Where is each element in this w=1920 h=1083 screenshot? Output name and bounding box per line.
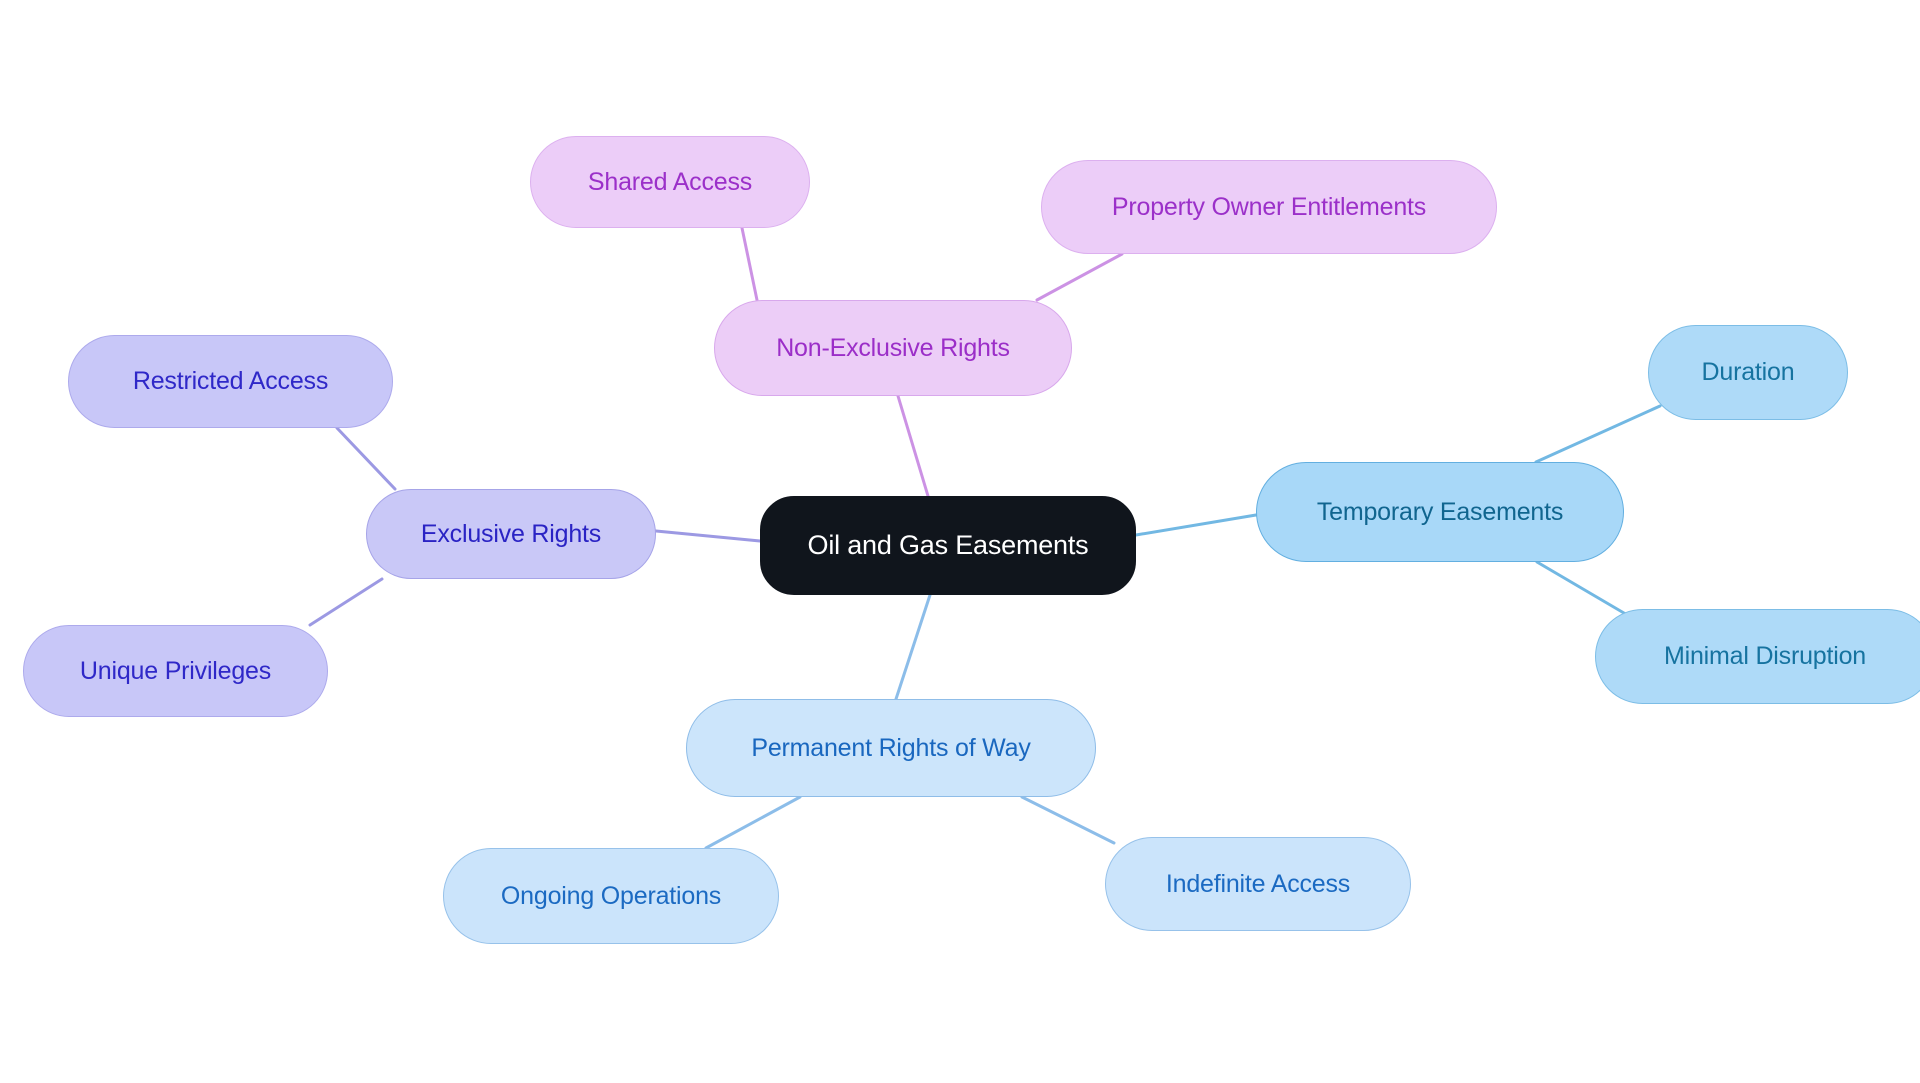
- leaf-node-property-owner-entitlements[interactable]: Property Owner Entitlements: [1041, 160, 1497, 254]
- leaf-node-unique-privileges[interactable]: Unique Privileges: [23, 625, 328, 717]
- leaf-label-minimal-disruption: Minimal Disruption: [1663, 642, 1866, 670]
- mindmap-canvas: Oil and Gas Easements Exclusive Rights R…: [0, 0, 1920, 1083]
- edge-root-to-exclusive-rights: [654, 529, 762, 543]
- edge-non-exclusive-rights-to-property-owner-entitlements: [1035, 252, 1124, 302]
- leaf-label-ongoing-operations: Ongoing Operations: [500, 881, 722, 910]
- leaf-node-shared-access[interactable]: Shared Access: [530, 136, 810, 228]
- leaf-node-duration[interactable]: Duration: [1648, 325, 1848, 420]
- branch-node-temporary-easements[interactable]: Temporary Easements: [1256, 462, 1624, 562]
- edge-permanent-rights-of-way-to-indefinite-access: [1020, 795, 1116, 845]
- edge-temporary-easements-to-duration: [1534, 404, 1662, 464]
- leaf-label-duration: Duration: [1701, 358, 1795, 386]
- leaf-node-ongoing-operations[interactable]: Ongoing Operations: [443, 848, 779, 944]
- edge-exclusive-rights-to-unique-privileges: [308, 577, 384, 627]
- branch-label-temporary-easements: Temporary Easements: [1316, 497, 1564, 526]
- edge-root-to-permanent-rights-of-way: [894, 593, 932, 701]
- edge-permanent-rights-of-way-to-ongoing-operations: [704, 795, 802, 850]
- root-node-label: Oil and Gas Easements: [807, 530, 1089, 560]
- leaf-label-shared-access: Shared Access: [587, 167, 753, 196]
- branch-label-permanent-rights-of-way: Permanent Rights of Way: [751, 733, 1031, 762]
- leaf-label-indefinite-access: Indefinite Access: [1165, 869, 1351, 898]
- edge-root-to-non-exclusive-rights: [896, 394, 930, 498]
- branch-label-exclusive-rights: Exclusive Rights: [420, 519, 602, 548]
- leaf-node-restricted-access[interactable]: Restricted Access: [68, 335, 393, 428]
- leaf-label-unique-privileges: Unique Privileges: [79, 656, 272, 685]
- branch-label-non-exclusive-rights: Non-Exclusive Rights: [776, 333, 1010, 362]
- branch-node-permanent-rights-of-way[interactable]: Permanent Rights of Way: [686, 699, 1096, 797]
- leaf-node-minimal-disruption[interactable]: Minimal Disruption: [1595, 609, 1920, 704]
- root-node[interactable]: Oil and Gas Easements: [760, 496, 1136, 595]
- branch-node-non-exclusive-rights[interactable]: Non-Exclusive Rights: [714, 300, 1072, 396]
- branch-node-exclusive-rights[interactable]: Exclusive Rights: [366, 489, 656, 579]
- edge-root-to-temporary-easements: [1134, 513, 1258, 537]
- leaf-label-property-owner-entitlements: Property Owner Entitlements: [1111, 192, 1427, 221]
- leaf-label-restricted-access: Restricted Access: [132, 367, 329, 395]
- leaf-node-indefinite-access[interactable]: Indefinite Access: [1105, 837, 1411, 931]
- edge-temporary-easements-to-minimal-disruption: [1535, 560, 1631, 618]
- edge-exclusive-rights-to-restricted-access: [335, 426, 397, 491]
- edge-non-exclusive-rights-to-shared-access: [740, 226, 759, 302]
